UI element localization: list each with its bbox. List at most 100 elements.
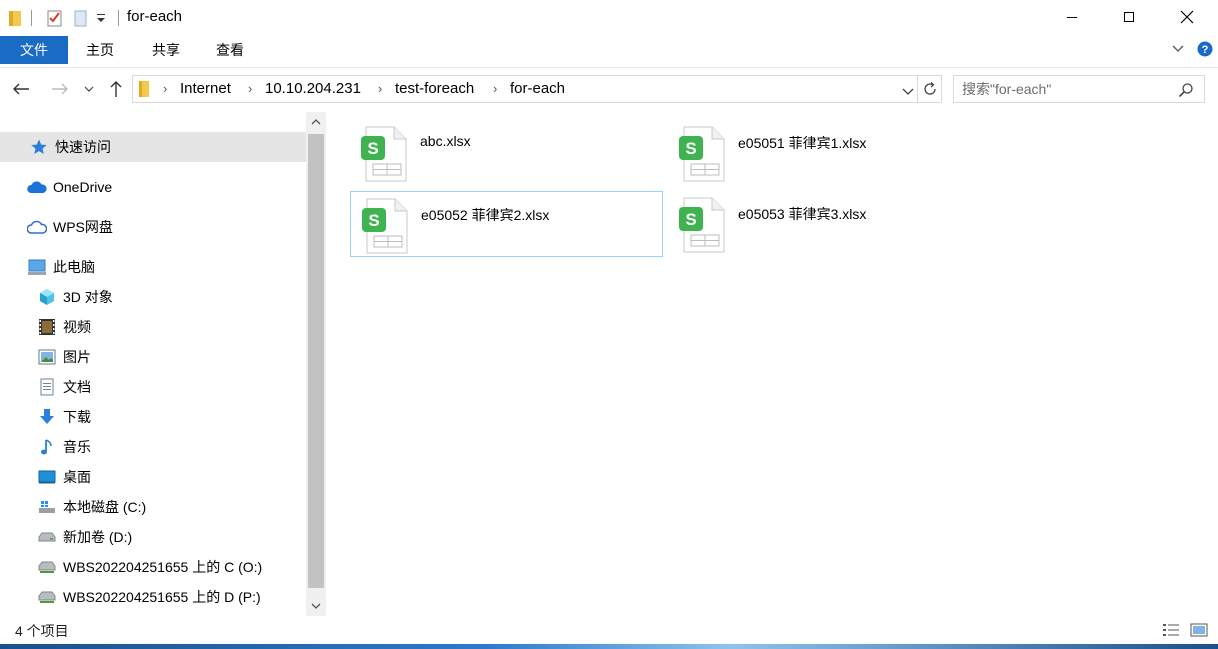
- sidebar-item-quick-access[interactable]: 快速访问: [0, 132, 306, 162]
- file-list: S abc.xlsx S e05051 菲律宾1.xlsx S e05052 菲…: [330, 112, 1218, 620]
- sidebar-item-onedrive[interactable]: OneDrive: [0, 172, 306, 202]
- sidebar-item-label: 图片: [63, 349, 91, 365]
- search-input[interactable]: [962, 80, 1172, 98]
- back-arrow-icon: [13, 83, 29, 95]
- tab-file[interactable]: 文件: [0, 36, 68, 64]
- file-item[interactable]: S abc.xlsx: [350, 120, 663, 186]
- sidebar-item-network-drive-p[interactable]: WBS202204251655 上的 D (P:): [0, 582, 306, 612]
- file-item[interactable]: S e05051 菲律宾1.xlsx: [668, 120, 981, 186]
- breadcrumb-separator[interactable]: ›: [378, 76, 382, 102]
- folder-icon: [8, 9, 22, 30]
- breadcrumb-internet[interactable]: Internet: [180, 76, 231, 102]
- sidebar-item-wps-cloud[interactable]: WPS网盘: [0, 212, 306, 242]
- up-button[interactable]: [105, 78, 127, 100]
- back-button[interactable]: [10, 78, 32, 100]
- pictures-icon: [37, 347, 57, 367]
- sidebar-item-videos[interactable]: 视频: [0, 312, 306, 342]
- close-icon: [1180, 10, 1194, 24]
- sidebar-item-label: 音乐: [63, 439, 91, 455]
- sidebar-item-music[interactable]: 音乐: [0, 432, 306, 462]
- search-icon[interactable]: [1178, 82, 1194, 101]
- breadcrumb-for-each[interactable]: for-each: [510, 76, 565, 102]
- breadcrumb-separator[interactable]: ›: [248, 76, 252, 102]
- address-bar[interactable]: › Internet › 10.10.204.231 › test-foreac…: [132, 75, 918, 103]
- sidebar-item-label: 下载: [63, 409, 91, 425]
- scroll-up-button[interactable]: [306, 112, 326, 132]
- toolbar-separator: [118, 10, 119, 26]
- download-icon: [37, 407, 57, 427]
- wps-spreadsheet-icon: S: [678, 126, 726, 185]
- maximize-button[interactable]: [1100, 0, 1158, 34]
- network-drive-icon: [37, 557, 57, 577]
- recent-locations-button[interactable]: [80, 78, 98, 100]
- documents-icon: [37, 377, 57, 397]
- wps-cloud-icon: [27, 217, 47, 237]
- large-icons-view-button[interactable]: [1188, 620, 1210, 640]
- chevron-down-icon: [311, 603, 321, 609]
- breadcrumb-separator[interactable]: ›: [163, 76, 167, 102]
- video-icon: [37, 317, 57, 337]
- sidebar-item-label: WBS202204251655 上的 C (O:): [63, 559, 263, 575]
- svg-text:S: S: [367, 139, 378, 158]
- sidebar-item-drive-c[interactable]: 本地磁盘 (C:): [0, 492, 306, 522]
- system-drive-icon: [37, 497, 57, 517]
- file-name: abc.xlsx: [420, 133, 471, 149]
- tab-view[interactable]: 查看: [204, 36, 256, 64]
- desktop-icon: [37, 467, 57, 487]
- breadcrumb-test-foreach[interactable]: test-foreach: [395, 76, 474, 102]
- item-count: 4 个项目: [15, 623, 69, 639]
- sidebar-item-label: 文档: [63, 379, 91, 395]
- search-box[interactable]: [953, 75, 1205, 103]
- ribbon-tabs: 文件 主页 共享 查看 ?: [0, 36, 1218, 68]
- folder-icon: [138, 80, 150, 101]
- music-icon: [37, 437, 57, 457]
- close-button[interactable]: [1158, 0, 1216, 34]
- large-icons-view-icon: [1190, 623, 1208, 637]
- sidebar-item-desktop[interactable]: 桌面: [0, 462, 306, 492]
- maximize-icon: [1124, 12, 1134, 22]
- sidebar-item-drive-d[interactable]: 新加卷 (D:): [0, 522, 306, 552]
- sidebar-item-this-pc[interactable]: 此电脑: [0, 252, 306, 282]
- new-folder-icon[interactable]: [74, 9, 88, 30]
- navigation-pane-scrollbar[interactable]: [306, 112, 326, 616]
- this-pc-icon: [27, 257, 47, 277]
- sidebar-item-label: WBS202204251655 上的 D (P:): [63, 589, 261, 605]
- forward-button[interactable]: [49, 78, 71, 100]
- svg-text:S: S: [685, 139, 696, 158]
- tab-home[interactable]: 主页: [74, 36, 126, 64]
- svg-text:S: S: [685, 210, 696, 229]
- sidebar-item-documents[interactable]: 文档: [0, 372, 306, 402]
- file-item-selected[interactable]: S e05052 菲律宾2.xlsx: [350, 191, 663, 257]
- up-arrow-icon: [110, 81, 122, 97]
- svg-text:S: S: [368, 211, 379, 230]
- refresh-button[interactable]: [918, 75, 942, 103]
- 3d-objects-icon: [37, 287, 57, 307]
- sidebar-item-label: WPS网盘: [53, 219, 113, 235]
- address-history-chevron-icon[interactable]: [902, 84, 914, 100]
- tab-share[interactable]: 共享: [140, 36, 192, 64]
- toolbar-separator: [31, 10, 32, 26]
- sidebar-item-label: 3D 对象: [63, 289, 113, 305]
- refresh-icon: [923, 82, 936, 95]
- sidebar-item-pictures[interactable]: 图片: [0, 342, 306, 372]
- sidebar-item-downloads[interactable]: 下载: [0, 402, 306, 432]
- minimize-button[interactable]: [1043, 0, 1101, 34]
- scroll-down-button[interactable]: [306, 596, 326, 616]
- details-view-button[interactable]: [1160, 620, 1182, 640]
- properties-icon[interactable]: [46, 9, 64, 30]
- breadcrumb-host[interactable]: 10.10.204.231: [265, 76, 361, 102]
- sidebar-item-3d-objects[interactable]: 3D 对象: [0, 282, 306, 312]
- sidebar-item-network-drive-o[interactable]: WBS202204251655 上的 C (O:): [0, 552, 306, 582]
- breadcrumb-separator[interactable]: ›: [493, 76, 497, 102]
- customize-toolbar-chevron-icon[interactable]: [96, 12, 106, 28]
- expand-ribbon-chevron-icon[interactable]: [1171, 42, 1185, 59]
- network-drive-icon: [37, 587, 57, 607]
- status-bar: 4 个项目: [0, 620, 1218, 642]
- file-item[interactable]: S e05053 菲律宾3.xlsx: [668, 191, 981, 257]
- sidebar-item-label: 本地磁盘 (C:): [63, 499, 147, 515]
- forward-arrow-icon: [52, 83, 68, 95]
- help-icon[interactable]: ?: [1197, 41, 1213, 60]
- file-name: e05053 菲律宾3.xlsx: [738, 206, 867, 222]
- minimize-icon: [1067, 17, 1077, 18]
- scrollbar-thumb[interactable]: [308, 134, 324, 588]
